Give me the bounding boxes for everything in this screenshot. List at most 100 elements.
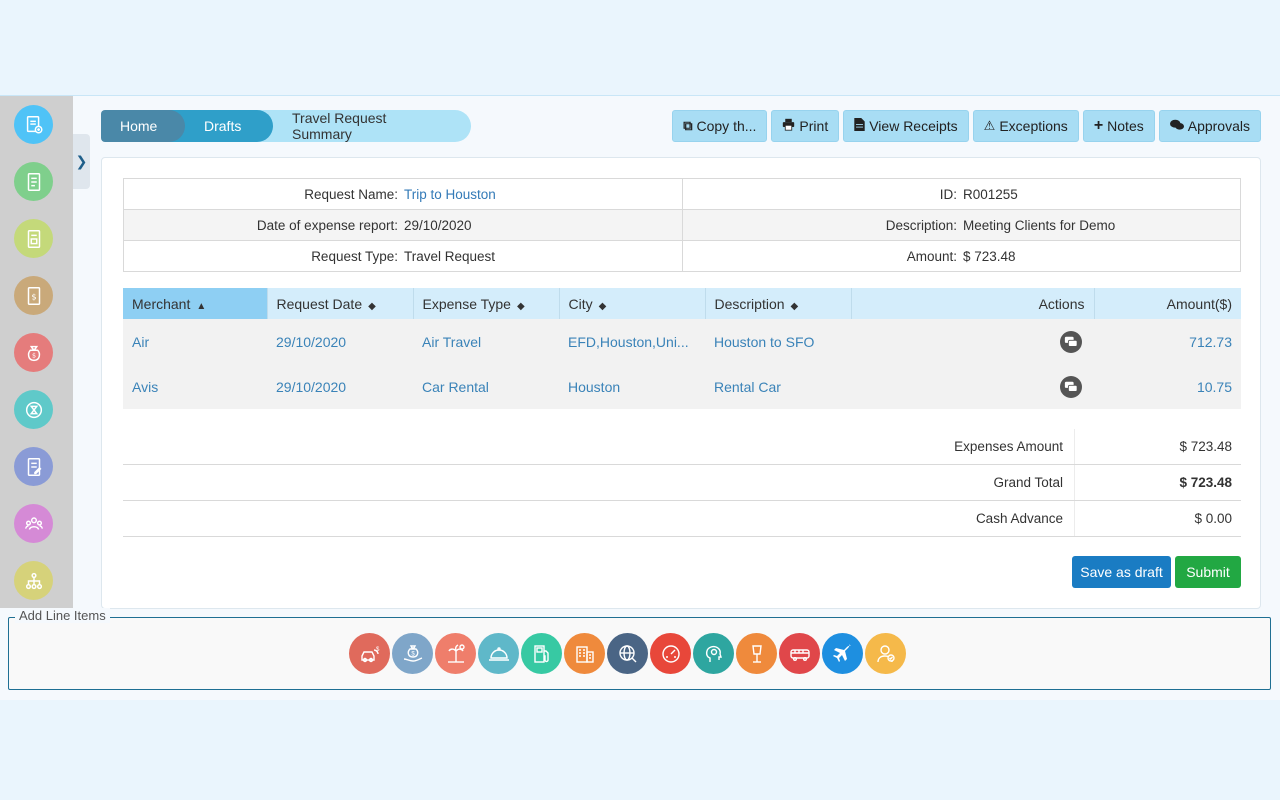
brain-gear-icon[interactable] bbox=[693, 633, 734, 674]
breadcrumb-home[interactable]: Home bbox=[101, 110, 185, 142]
podium-icon[interactable] bbox=[736, 633, 777, 674]
column-header-amount[interactable]: Amount($) bbox=[1094, 288, 1241, 319]
invoice-icon[interactable]: $ bbox=[14, 276, 53, 315]
line-item-icons: $ $ bbox=[349, 633, 906, 674]
money-bag-icon[interactable]: $ bbox=[14, 333, 53, 372]
bus-icon[interactable] bbox=[779, 633, 820, 674]
date-label: Date of expense report: bbox=[256, 217, 398, 233]
print-button[interactable]: Print bbox=[771, 110, 840, 142]
team-icon[interactable] bbox=[14, 504, 53, 543]
add-line-items-legend: Add Line Items bbox=[15, 608, 110, 623]
cell-amount: 712.73 bbox=[1094, 319, 1241, 364]
exceptions-label: Exceptions bbox=[999, 118, 1068, 134]
meal-cloche-icon[interactable] bbox=[478, 633, 519, 674]
column-header-merchant[interactable]: Merchant ▲ bbox=[123, 288, 268, 319]
support-agent-icon[interactable] bbox=[865, 633, 906, 674]
svg-text:$: $ bbox=[31, 291, 36, 301]
app-container: $ $ ❯ Home Drafts Travel Request Summary… bbox=[0, 95, 1280, 700]
column-header-expense-type[interactable]: Expense Type ◆ bbox=[413, 288, 560, 319]
notes-label: Notes bbox=[1107, 118, 1144, 134]
cell-city: EFD,Houston,Uni... bbox=[559, 319, 705, 364]
request-type-label: Request Type: bbox=[311, 248, 398, 264]
grand-total-value: $ 723.48 bbox=[1074, 465, 1241, 500]
description-value: Meeting Clients for Demo bbox=[963, 217, 1116, 233]
globe-icon[interactable] bbox=[607, 633, 648, 674]
hotel-icon[interactable] bbox=[564, 633, 605, 674]
plus-icon: + bbox=[1093, 117, 1104, 134]
pending-icon[interactable] bbox=[14, 390, 53, 429]
report-icon[interactable] bbox=[14, 447, 53, 486]
description-label: Description: bbox=[885, 217, 957, 233]
request-name-value[interactable]: Trip to Houston bbox=[404, 187, 496, 202]
sort-asc-icon: ▲ bbox=[196, 300, 207, 312]
fuel-pump-icon[interactable] bbox=[521, 633, 562, 674]
airplane-icon[interactable] bbox=[822, 633, 863, 674]
svg-text:$: $ bbox=[31, 351, 35, 359]
view-receipts-button[interactable]: View Receipts bbox=[843, 110, 969, 142]
exceptions-button[interactable]: ⚠ Exceptions bbox=[972, 110, 1079, 142]
approvals-label: Approvals bbox=[1187, 118, 1250, 134]
cell-actions bbox=[851, 364, 1094, 409]
cell-actions bbox=[851, 319, 1094, 364]
copy-icon: ⧉ bbox=[683, 118, 693, 133]
svg-text:$: $ bbox=[376, 647, 380, 653]
car-expense-icon[interactable]: $ bbox=[349, 633, 390, 674]
expenses-amount-value: $ 723.48 bbox=[1074, 429, 1241, 464]
comment-icon[interactable] bbox=[1060, 330, 1082, 353]
request-summary-card: Request Name: Trip to Houston ID: R001255 … bbox=[101, 157, 1261, 609]
grand-total-row: Grand Total $ 723.48 bbox=[123, 465, 1241, 501]
cell-type: Air Travel bbox=[413, 319, 559, 364]
column-header-request-date[interactable]: Request Date ◆ bbox=[267, 288, 414, 319]
cell-merchant[interactable]: Air bbox=[123, 319, 267, 364]
request-type-value: Travel Request bbox=[404, 248, 496, 264]
approved-document-icon[interactable] bbox=[14, 219, 53, 258]
cell-type: Car Rental bbox=[413, 364, 559, 409]
copy-label: Copy th... bbox=[696, 118, 757, 134]
cell-amount: 10.75 bbox=[1094, 364, 1241, 409]
notes-button[interactable]: + Notes bbox=[1082, 110, 1155, 142]
sort-icon: ◆ bbox=[598, 300, 607, 312]
sort-icon: ◆ bbox=[516, 300, 525, 312]
toolbar: ⧉ Copy th... Print View Receipts ⚠ Excep… bbox=[672, 110, 1261, 142]
print-label: Print bbox=[799, 118, 829, 134]
amount-value: $ 723.48 bbox=[963, 248, 1016, 264]
submit-button[interactable]: Submit bbox=[1175, 556, 1241, 588]
cell-merchant[interactable]: Avis bbox=[123, 364, 267, 409]
copy-button[interactable]: ⧉ Copy th... bbox=[672, 110, 768, 142]
cell-description: Rental Car bbox=[705, 364, 851, 409]
id-label: ID: bbox=[939, 186, 957, 202]
column-header-actions: Actions bbox=[851, 288, 1095, 319]
view-receipts-label: View Receipts bbox=[869, 118, 958, 134]
comments-icon bbox=[1169, 119, 1184, 134]
expenses-amount-row: Expenses Amount $ 723.48 bbox=[123, 429, 1241, 465]
new-document-icon[interactable] bbox=[14, 105, 53, 144]
table-row[interactable]: Avis 29/10/2020 Car Rental Houston Renta… bbox=[123, 364, 1241, 409]
request-info-table: Request Name: Trip to Houston ID: R001255 … bbox=[123, 178, 1241, 272]
table-row[interactable]: Air 29/10/2020 Air Travel EFD,Houston,Un… bbox=[123, 319, 1241, 364]
money-hand-icon[interactable]: $ bbox=[392, 633, 433, 674]
beach-icon[interactable] bbox=[435, 633, 476, 674]
totals-section: Expenses Amount $ 723.48 Grand Total $ 7… bbox=[123, 429, 1241, 537]
column-header-city[interactable]: City ◆ bbox=[559, 288, 706, 319]
document-list-icon[interactable] bbox=[14, 162, 53, 201]
print-icon bbox=[782, 118, 795, 134]
sidebar: $ $ bbox=[0, 96, 73, 608]
save-as-draft-button[interactable]: Save as draft bbox=[1072, 556, 1171, 588]
hierarchy-icon[interactable] bbox=[14, 561, 53, 600]
speedometer-icon[interactable] bbox=[650, 633, 691, 674]
sort-icon: ◆ bbox=[368, 300, 376, 312]
approvals-button[interactable]: Approvals bbox=[1158, 110, 1261, 142]
cell-description: Houston to SFO bbox=[705, 319, 851, 364]
column-header-description[interactable]: Description ◆ bbox=[705, 288, 852, 319]
sidebar-toggle-chevron-right-icon[interactable]: ❯ bbox=[73, 134, 90, 189]
breadcrumb: Home Drafts Travel Request Summary bbox=[101, 110, 471, 142]
cell-city: Houston bbox=[559, 364, 705, 409]
expenses-amount-label: Expenses Amount bbox=[123, 429, 1074, 464]
line-items-table: Merchant ▲ Request Date ◆ Expense Type ◆ Ci… bbox=[123, 288, 1241, 409]
cell-date: 29/10/2020 bbox=[267, 319, 413, 364]
file-icon bbox=[854, 118, 865, 134]
amount-label: Amount: bbox=[906, 248, 957, 264]
comment-icon[interactable] bbox=[1060, 375, 1082, 398]
breadcrumb-current: Travel Request Summary bbox=[257, 110, 471, 142]
date-value: 29/10/2020 bbox=[404, 217, 472, 233]
